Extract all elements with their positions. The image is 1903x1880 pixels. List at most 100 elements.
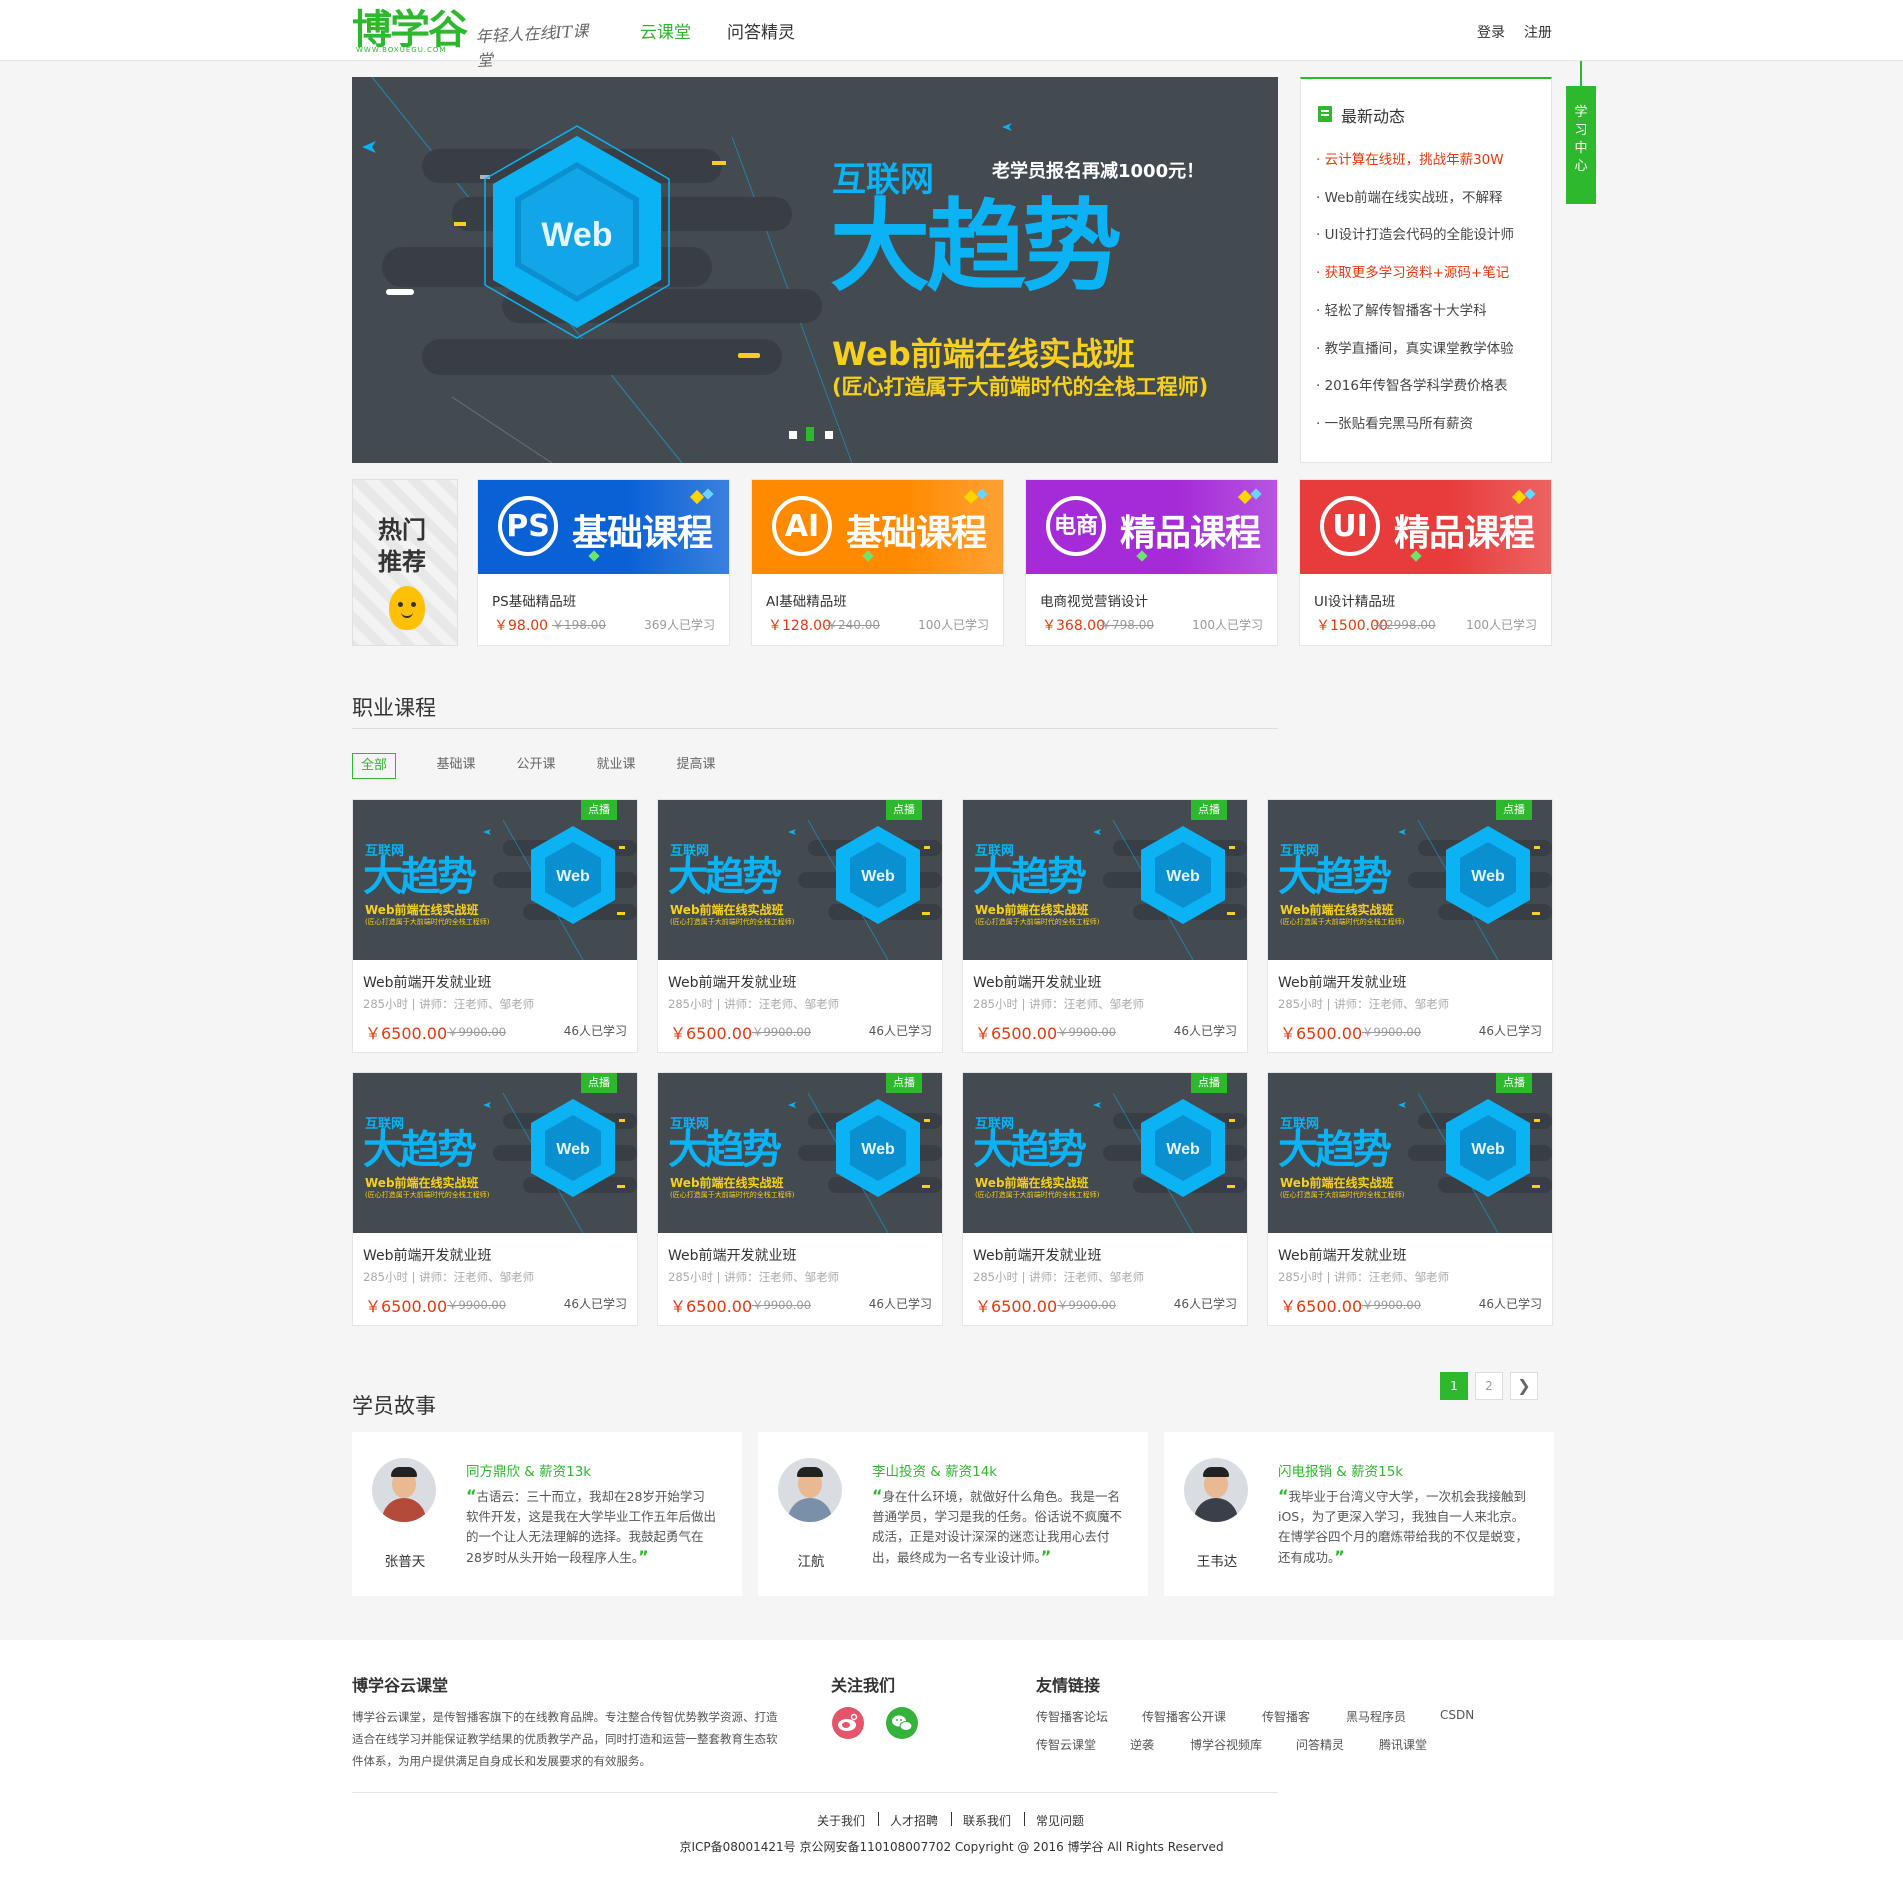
nav-qa-spirit[interactable]: 问答精灵 [727,18,795,43]
course-old-price: ￥9900.00 [1362,1298,1422,1312]
student-avatar [1184,1458,1248,1522]
hot-course-card[interactable]: UI 精品课程 UI设计精品班 ￥1500.00 ￥2998.00 100人已学习 [1299,479,1552,646]
footer-bottom-link[interactable]: 常见问题 [1036,1812,1084,1829]
news-item[interactable]: · UI设计打造会代码的全能设计师 [1316,223,1514,243]
course-card[interactable]: Web 互联网 大趋势 Web前端在线实战班 (匠心打造属于大前端时代的全栈工程师) 点播… [1267,1072,1553,1326]
thumb-text-4: (匠心打造属于大前端时代的全栈工程师) [670,918,795,926]
weibo-icon[interactable] [832,1707,864,1739]
course-meta: 285小时 | 讲师：汪老师、邹老师 [1278,997,1450,1011]
register-link[interactable]: 注册 [1524,22,1552,42]
course-card[interactable]: Web 互联网 大趋势 Web前端在线实战班 (匠心打造属于大前端时代的全栈工程师) 点播… [352,799,638,1053]
thumb-hex-graphic: Web [531,1099,615,1197]
story-card[interactable]: 王韦达 闪电报销 & 薪资15k “我毕业于台湾义守大学，一次机会我接触到iOS，为… [1164,1432,1554,1596]
hero-banner[interactable]: Web 互联网 老学员报名再减1000元！ 大趋势 Web前端在线实战班 (匠心… [352,77,1278,463]
story-card[interactable]: 张普天 同方鼎欣 & 薪资13k “古语云：三十而立，我却在28岁开始学习软件开发，… [352,1432,742,1596]
page-1-button[interactable]: 1 [1440,1372,1468,1400]
news-item[interactable]: · 教学直播间，真实课堂教学体验 [1316,337,1514,357]
friend-link[interactable]: 逆袭 [1130,1736,1154,1753]
course-meta: 285小时 | 讲师：汪老师、邹老师 [363,997,535,1011]
news-item[interactable]: · 云计算在线班，挑战年薪30W [1316,148,1504,168]
filter-tab[interactable]: 基础课 [428,753,484,779]
friend-link[interactable]: 博学谷视频库 [1190,1736,1262,1753]
friend-link[interactable]: 传智播客 [1262,1708,1310,1725]
hot-card-old-price: ￥240.00 [826,618,880,632]
student-avatar [778,1458,842,1522]
course-card[interactable]: Web 互联网 大趋势 Web前端在线实战班 (匠心打造属于大前端时代的全栈工程师) 点播… [962,799,1248,1053]
thumb-text-2: 大趋势 [973,854,1087,900]
student-name: 张普天 [384,1554,426,1570]
footer-bottom-link[interactable]: 关于我们 [817,1812,865,1829]
vod-badge: 点播 [581,800,617,820]
thumb-text-2: 大趋势 [363,1127,477,1173]
friend-link[interactable]: 传智播客论坛 [1036,1708,1108,1725]
course-card[interactable]: Web 互联网 大趋势 Web前端在线实战班 (匠心打造属于大前端时代的全栈工程师) 点播… [657,1072,943,1326]
sparkle-icon [1511,489,1527,505]
hot-course-card[interactable]: PS 基础课程 PS基础精品班 ￥98.00 ￥198.00 369人已学习 [477,479,730,646]
news-item[interactable]: · 获取更多学习资料+源码+笔记 [1316,261,1509,281]
filter-tab[interactable]: 公开课 [508,753,564,779]
news-item[interactable]: · 轻松了解传智播客十大学科 [1316,299,1487,319]
top-header: 博学谷 WWW.BOXUEGU.COM 年轻人在线IT课堂 云课堂 问答精灵 登… [0,0,1903,70]
student-headline: 同方鼎欣 & 薪资13k [466,1464,592,1480]
slide-dot-active[interactable] [806,427,814,441]
friend-link[interactable]: 腾讯课堂 [1379,1736,1427,1753]
quote-text: 古语云：三十而立，我却在28岁开始学习软件开发，这是我在大学毕业工作五年后做出的… [466,1489,717,1565]
thumb-text-2: 大趋势 [668,854,782,900]
course-card[interactable]: Web 互联网 大趋势 Web前端在线实战班 (匠心打造属于大前端时代的全栈工程师) 点播… [657,799,943,1053]
course-card[interactable]: Web 互联网 大趋势 Web前端在线实战班 (匠心打造属于大前端时代的全栈工程师) 点播… [1267,799,1553,1053]
footer-bottom-link[interactable]: 人才招聘 [890,1812,938,1829]
filter-tab[interactable]: 全部 [352,753,396,779]
course-thumbnail: Web 互联网 大趋势 Web前端在线实战班 (匠心打造属于大前端时代的全栈工程师) [1268,800,1552,960]
course-card[interactable]: Web 互联网 大趋势 Web前端在线实战班 (匠心打造属于大前端时代的全栈工程师) 点播… [962,1072,1248,1326]
learning-center-tab[interactable]: 学习中心 [1566,86,1596,204]
hot-course-card[interactable]: AI 基础课程 AI基础精品班 ￥128.00 ￥240.00 100人已学习 [751,479,1004,646]
story-card[interactable]: 江航 李山投资 & 薪资14k “身在什么环境，就做好什么角色。我是一名普通学员，学… [758,1432,1148,1596]
friend-link[interactable]: 黑马程序员 [1346,1708,1406,1725]
wechat-icon[interactable] [886,1707,918,1739]
friend-link[interactable]: CSDN [1440,1708,1474,1722]
hot-card-old-price: ￥198.00 [552,618,606,632]
hot-card-name: AI基础精品班 [766,594,847,610]
course-price: ￥6500.00 [670,1297,753,1316]
filter-tab[interactable]: 就业课 [588,753,644,779]
friend-link[interactable]: 传智云课堂 [1036,1736,1096,1753]
vod-badge: 点播 [1191,800,1227,820]
friend-link[interactable]: 传智播客公开课 [1142,1708,1226,1725]
course-old-price: ￥9900.00 [447,1298,507,1312]
course-old-price: ￥9900.00 [1362,1025,1422,1039]
thumb-text-3: Web前端在线实战班 [975,1176,1089,1190]
news-item[interactable]: · Web前端在线实战班，不解释 [1316,186,1503,206]
hot-card-old-price: ￥2998.00 [1374,618,1436,632]
slide-dot[interactable] [825,431,833,439]
news-item[interactable]: · 一张贴看完黑马所有薪资 [1316,412,1473,432]
hot-card-name: 电商视觉营销设计 [1040,594,1148,610]
course-title: Web前端开发就业班 [1278,1248,1407,1264]
nav-cloud-class[interactable]: 云课堂 [640,18,691,43]
hot-course-card[interactable]: 电商 精品课程 电商视觉营销设计 ￥368.00 ￥798.00 100人已学习 [1025,479,1278,646]
course-badge-circle: 电商 [1046,496,1106,556]
news-item[interactable]: · 2016年传智各学科学费价格表 [1316,374,1507,394]
site-logo[interactable]: 博学谷 WWW.BOXUEGU.COM 年轻人在线IT课堂 [352,8,600,70]
avatar-hair [391,1467,417,1477]
course-thumbnail: Web 互联网 大趋势 Web前端在线实战班 (匠心打造属于大前端时代的全栈工程师) [963,800,1247,960]
quote-open-mark: “ [872,1486,883,1505]
thumb-text-4: (匠心打造属于大前端时代的全栈工程师) [975,1191,1100,1199]
course-thumbnail: Web 互联网 大趋势 Web前端在线实战班 (匠心打造属于大前端时代的全栈工程师) [1268,1073,1552,1233]
course-thumbnail: Web 互联网 大趋势 Web前端在线实战班 (匠心打造属于大前端时代的全栈工程师) [353,800,637,960]
course-count: 46人已学习 [563,1024,627,1038]
footer-bottom-link[interactable]: 联系我们 [963,1812,1011,1829]
hot-card-image: 电商 精品课程 [1026,480,1277,574]
next-page-arrow-icon[interactable]: ❯ [1510,1372,1538,1400]
thumb-hex-graphic: Web [836,826,920,924]
login-link[interactable]: 登录 [1477,22,1505,42]
footer-about-title: 博学谷云课堂 [352,1676,449,1695]
course-card[interactable]: Web 互联网 大趋势 Web前端在线实战班 (匠心打造属于大前端时代的全栈工程师) 点播… [352,1072,638,1326]
student-quote: “古语云：三十而立，我却在28岁开始学习软件开发，这是我在大学毕业工作五年后做出… [466,1486,716,1568]
thumb-text-3: Web前端在线实战班 [365,1176,479,1190]
filter-tab[interactable]: 提高课 [668,753,724,779]
student-name: 江航 [797,1554,825,1570]
page-2-button[interactable]: 2 [1475,1372,1503,1400]
slide-dot[interactable] [789,431,797,439]
course-count: 46人已学习 [1478,1297,1542,1311]
friend-link[interactable]: 问答精灵 [1296,1736,1344,1753]
